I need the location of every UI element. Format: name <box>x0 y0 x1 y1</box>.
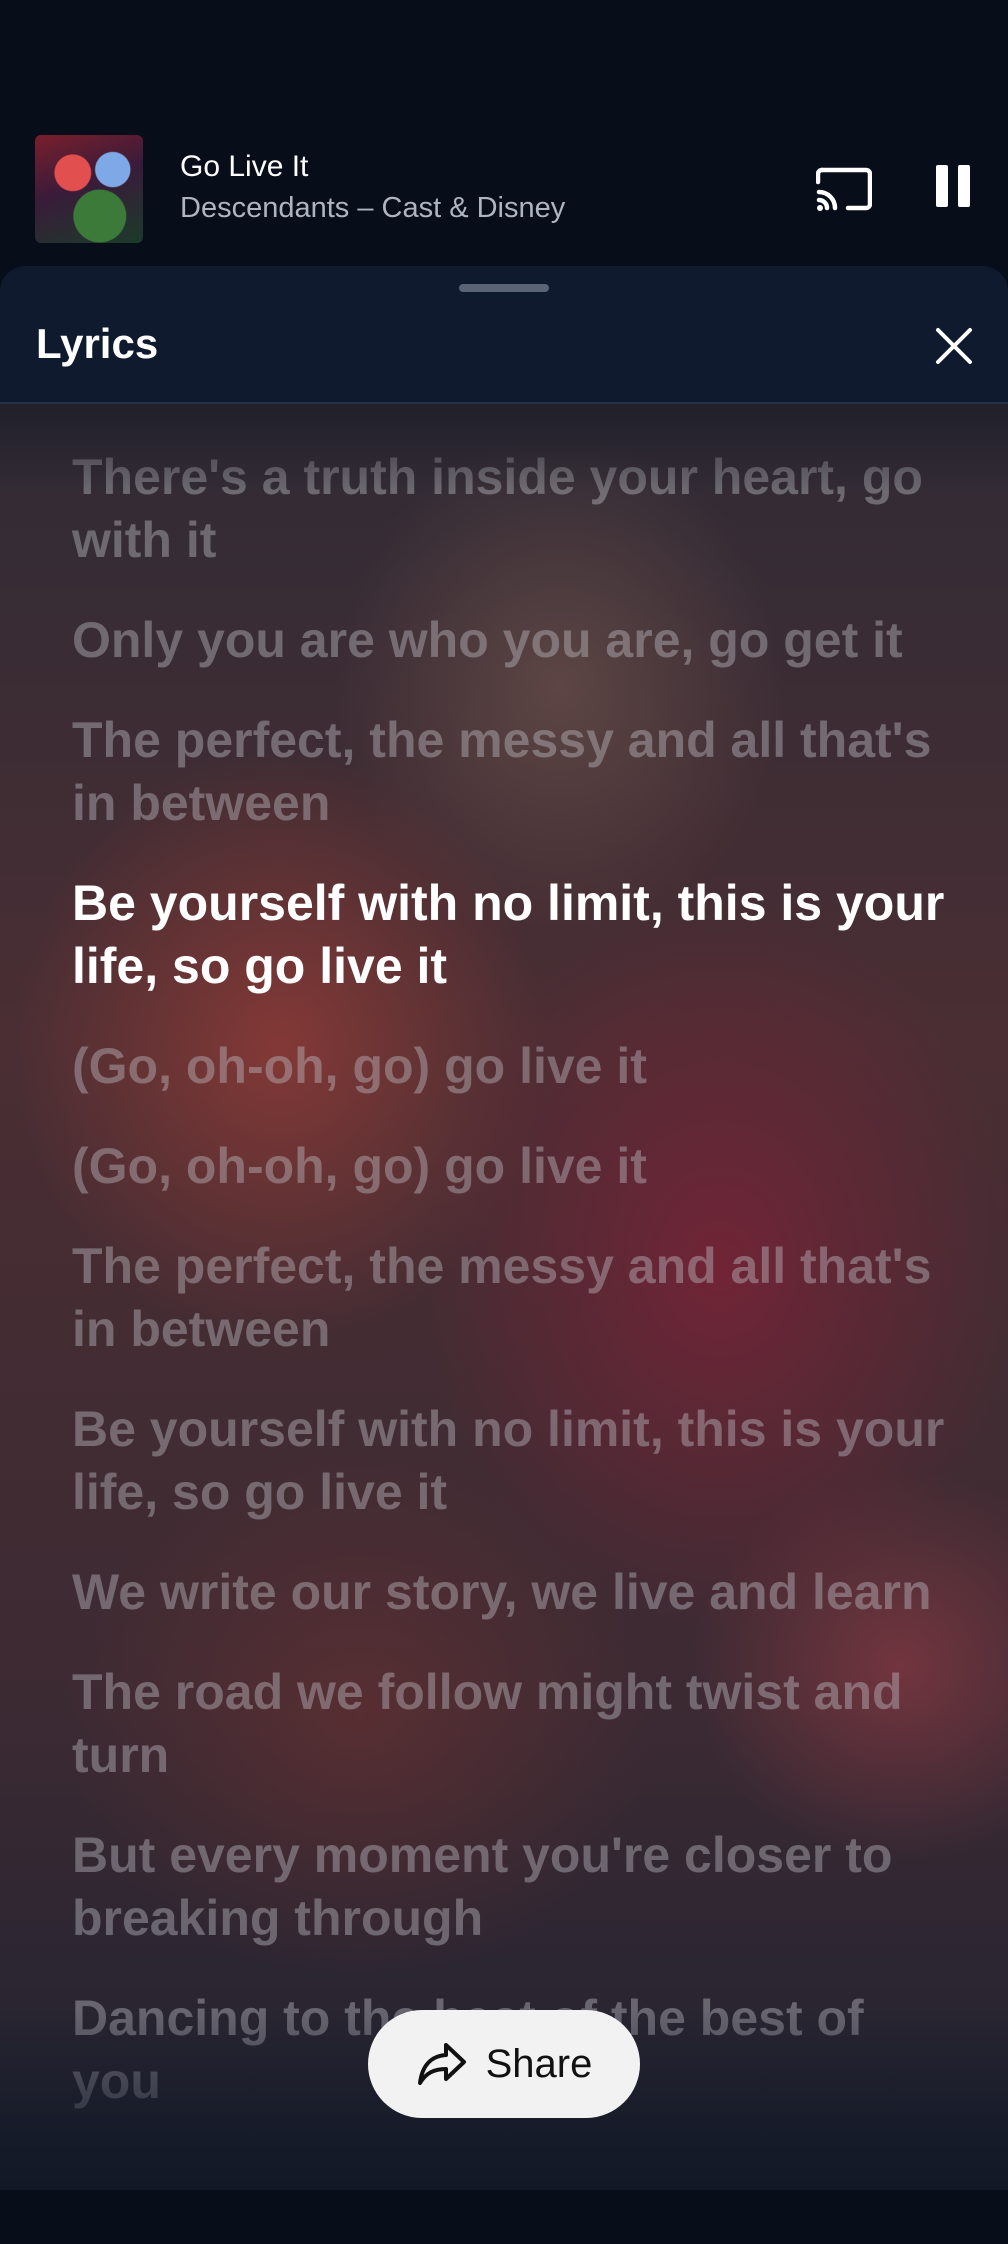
album-art[interactable] <box>35 135 143 243</box>
lyrics-header: Lyrics <box>0 266 1008 404</box>
lyric-line[interactable]: Be yourself with no limit, this is your … <box>72 1398 952 1524</box>
lyrics-sheet: There's a truth inside your heart, go wi… <box>0 266 1008 2190</box>
track-title: Go Live It <box>180 150 309 183</box>
lyrics-list[interactable]: There's a truth inside your heart, go wi… <box>72 446 952 2150</box>
pause-icon[interactable] <box>934 165 972 211</box>
lyric-line-active[interactable]: Be yourself with no limit, this is your … <box>72 872 952 998</box>
close-icon[interactable] <box>934 326 974 366</box>
top-fade <box>0 402 1008 492</box>
track-artist: Descendants – Cast & Disney <box>180 192 566 224</box>
lyric-line[interactable]: Only you are who you are, go get it <box>72 609 952 672</box>
lyric-line[interactable]: We write our story, we live and learn <box>72 1561 952 1624</box>
lyric-line[interactable]: But every moment you're closer to breaki… <box>72 1824 952 1950</box>
share-button[interactable]: Share <box>368 2010 640 2118</box>
cast-icon[interactable] <box>815 166 873 212</box>
share-label: Share <box>485 2041 593 2086</box>
lyric-line[interactable]: The road we follow might twist and turn <box>72 1661 952 1787</box>
lyric-line[interactable]: (Go, oh-oh, go) go live it <box>72 1135 952 1198</box>
lyric-line[interactable]: The perfect, the messy and all that's in… <box>72 709 952 835</box>
lyrics-title: Lyrics <box>36 320 159 367</box>
drag-handle[interactable] <box>459 284 549 292</box>
share-icon <box>417 2043 466 2085</box>
lyric-line[interactable]: (Go, oh-oh, go) go live it <box>72 1035 952 1098</box>
lyric-line[interactable]: The perfect, the messy and all that's in… <box>72 1235 952 1361</box>
mini-player[interactable]: Go Live It Descendants – Cast & Disney <box>0 120 1008 270</box>
bottom-bar <box>0 2190 1008 2244</box>
